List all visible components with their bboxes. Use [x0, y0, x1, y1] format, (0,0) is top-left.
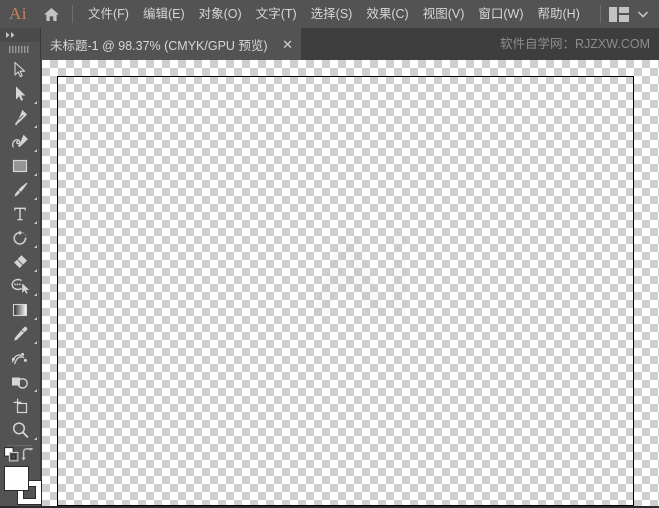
- menu-item-select[interactable]: 选择(S): [304, 0, 360, 28]
- menu-item-help[interactable]: 帮助(H): [531, 0, 587, 28]
- direct-selection-tool[interactable]: [0, 82, 40, 106]
- menu-divider: [72, 5, 73, 23]
- canvas-watermark-logo: [292, 215, 422, 345]
- workspace-switcher-area: [600, 0, 655, 28]
- menu-item-object[interactable]: 对象(O): [192, 0, 249, 28]
- tool-flyout-indicator: [34, 197, 37, 200]
- tool-flyout-indicator: [34, 101, 37, 104]
- menu-item-edit[interactable]: 编辑(E): [136, 0, 192, 28]
- menu-item-list: 文件(F) 编辑(E) 对象(O) 文字(T) 选择(S) 效果(C) 视图(V…: [81, 0, 587, 28]
- menu-item-type[interactable]: 文字(T): [249, 0, 304, 28]
- chevron-down-icon[interactable]: [638, 10, 648, 18]
- document-tab-title: 未标题-1 @ 98.37% (CMYK/GPU 预览): [50, 38, 268, 53]
- illustrator-window: Ai 文件(F) 编辑(E) 对象(O) 文字(T) 选择(S) 效果(C) 视…: [0, 0, 659, 506]
- tools-panel: [0, 28, 42, 508]
- curvature-tool[interactable]: [0, 130, 40, 154]
- tool-flyout-indicator: [34, 269, 37, 272]
- default-fill-stroke-icon[interactable]: [4, 447, 19, 467]
- color-mini-row: [0, 447, 40, 467]
- fill-swatch[interactable]: [4, 466, 29, 491]
- app-logo: Ai: [9, 4, 27, 23]
- pen-tool[interactable]: [0, 106, 40, 130]
- gradient-tool[interactable]: [0, 298, 40, 322]
- home-icon[interactable]: [36, 0, 66, 28]
- swap-fill-stroke-icon[interactable]: [21, 447, 35, 466]
- paintbrush-tool[interactable]: [0, 178, 40, 202]
- tool-list: [0, 56, 40, 442]
- tool-flyout-indicator: [34, 221, 37, 224]
- drag-grip-icon[interactable]: [0, 42, 40, 56]
- document-tab[interactable]: 未标题-1 @ 98.37% (CMYK/GPU 预览) ✕: [36, 28, 301, 60]
- document-tab-bar: 未标题-1 @ 98.37% (CMYK/GPU 预览) ✕ 软件自学网：RJZ…: [0, 28, 659, 60]
- color-controls: [0, 447, 42, 508]
- eraser-tool[interactable]: [0, 250, 40, 274]
- tool-flyout-indicator: [34, 149, 37, 152]
- watermark-text: 软件自学网：RJZXW.COM: [500, 37, 650, 51]
- tool-flyout-indicator: [34, 125, 37, 128]
- zoom-tool[interactable]: [0, 418, 40, 442]
- workspace-divider: [600, 5, 601, 23]
- menu-item-view[interactable]: 视图(V): [416, 0, 472, 28]
- tool-flyout-indicator: [34, 293, 37, 296]
- rectangle-tool[interactable]: [0, 154, 40, 178]
- menu-item-window[interactable]: 窗口(W): [471, 0, 530, 28]
- rotate-tool[interactable]: [0, 226, 40, 250]
- shape-builder-tool[interactable]: [0, 370, 40, 394]
- tool-flyout-indicator: [34, 173, 37, 176]
- fill-stroke-swatches: [0, 466, 42, 508]
- artboard-tool[interactable]: [0, 394, 40, 418]
- shaper-tool[interactable]: [0, 274, 40, 298]
- tool-flyout-indicator: [34, 317, 37, 320]
- tool-flyout-indicator: [34, 389, 37, 392]
- tool-flyout-indicator: [34, 245, 37, 248]
- close-icon[interactable]: ✕: [282, 38, 294, 51]
- tool-flyout-indicator: [34, 341, 37, 344]
- tool-flyout-indicator: [34, 437, 37, 440]
- menu-item-file[interactable]: 文件(F): [81, 0, 136, 28]
- eyedropper-tool[interactable]: [0, 322, 40, 346]
- artboard: [57, 76, 634, 506]
- menu-item-effect[interactable]: 效果(C): [359, 0, 415, 28]
- selection-tool[interactable]: [0, 58, 40, 82]
- toolbar-divider: [7, 445, 33, 446]
- blend-tool[interactable]: [0, 346, 40, 370]
- menu-bar: Ai 文件(F) 编辑(E) 对象(O) 文字(T) 选择(S) 效果(C) 视…: [0, 0, 659, 28]
- canvas-area[interactable]: [42, 60, 659, 506]
- double-chevron-right-icon[interactable]: [0, 28, 40, 42]
- type-tool[interactable]: [0, 202, 40, 226]
- workspace-layout-icon[interactable]: [609, 6, 629, 22]
